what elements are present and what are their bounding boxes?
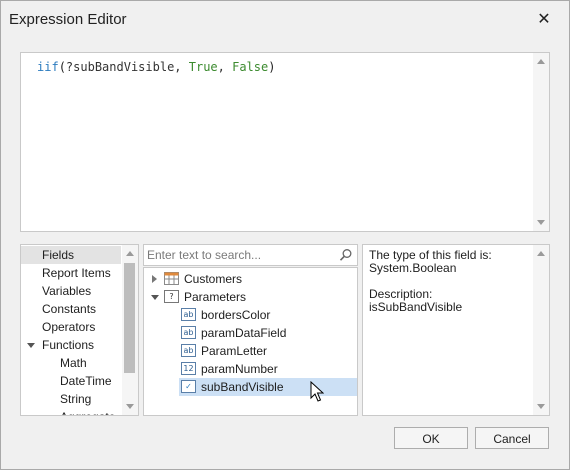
tree-node[interactable]: ab paramDataField	[179, 324, 357, 342]
category-item[interactable]: DateTime	[21, 372, 121, 390]
cancel-button[interactable]: Cancel	[475, 427, 549, 449]
category-label: Fields	[42, 248, 75, 262]
tree-node[interactable]: ✓ subBandVisible	[179, 378, 357, 396]
scroll-up-icon[interactable]	[126, 251, 134, 256]
search-input[interactable]	[147, 247, 337, 263]
category-label: Variables	[42, 284, 92, 298]
category-item[interactable]: Math	[21, 354, 121, 372]
tree-node-label: Customers	[184, 272, 243, 286]
scroll-up-icon[interactable]	[537, 59, 545, 64]
window-title: Expression Editor	[9, 11, 127, 28]
category-label: Functions	[42, 338, 95, 352]
category-label: Operators	[42, 320, 96, 334]
tree-node[interactable]: ab ParamLetter	[179, 342, 357, 360]
category-item[interactable]: Fields	[21, 246, 121, 264]
fields-tree: Customers? Parameters ab bordersColor ab para…	[143, 267, 358, 416]
category-label: DateTime	[60, 374, 112, 388]
expression-scrollbar[interactable]	[533, 53, 549, 231]
tree-node-label: Parameters	[184, 290, 247, 304]
title-bar: Expression Editor ✕	[1, 1, 569, 39]
tree-node[interactable]: ab bordersColor	[179, 306, 357, 324]
category-item[interactable]: Operators	[21, 318, 121, 336]
expression-token-paren: (	[58, 60, 66, 74]
category-item[interactable]: Report Items	[21, 264, 121, 282]
expand-arrow-icon[interactable]	[152, 275, 157, 283]
tree-node-label: paramNumber	[201, 362, 278, 376]
mouse-pointer-icon	[310, 381, 324, 402]
expression-input[interactable]: iif(?subBandVisible, True, False)	[20, 52, 550, 232]
categories-scrollbar[interactable]	[122, 245, 138, 415]
search-icon[interactable]	[339, 248, 353, 262]
description-text: The type of this field is: System.Boolea…	[369, 248, 492, 314]
category-label: String	[60, 392, 92, 406]
tree-node-label: subBandVisible	[201, 380, 284, 394]
tree-node[interactable]: ? Parameters	[144, 288, 357, 306]
collapse-arrow-icon[interactable]	[151, 295, 159, 300]
scroll-thumb[interactable]	[124, 263, 135, 373]
tree-node-label: ParamLetter	[201, 344, 268, 358]
tree-node-label: paramDataField	[201, 326, 287, 340]
tree-node[interactable]: Customers	[144, 270, 357, 288]
category-item[interactable]: Functions	[21, 336, 121, 354]
string-type-icon: ab	[181, 308, 196, 321]
string-type-icon: ab	[181, 326, 196, 339]
scroll-down-icon[interactable]	[537, 220, 545, 225]
description-scrollbar[interactable]	[533, 245, 549, 415]
expression-token-field: ?subBandVisible	[65, 60, 175, 74]
categories-list: Fields Report Items Variables Constants Oper…	[20, 244, 139, 416]
scroll-up-icon[interactable]	[537, 251, 545, 256]
search-box[interactable]	[143, 244, 358, 266]
expression-text[interactable]: iif(?subBandVisible, True, False)	[37, 60, 275, 74]
expression-token-punc: ,	[174, 60, 189, 74]
parameters-icon: ?	[164, 290, 179, 303]
expression-token-func: iif	[37, 60, 59, 74]
category-label: Math	[60, 356, 87, 370]
close-icon[interactable]: ✕	[534, 10, 554, 30]
category-item[interactable]: Aggregate	[21, 408, 121, 415]
category-label: Constants	[42, 302, 97, 316]
description-panel: The type of this field is: System.Boolea…	[362, 244, 550, 416]
expand-arrow-icon[interactable]	[27, 343, 35, 348]
scroll-down-icon[interactable]	[537, 404, 545, 409]
string-type-icon: ab	[181, 344, 196, 357]
number-type-icon: 12	[181, 362, 196, 375]
ok-button[interactable]: OK	[394, 427, 468, 449]
tree-node[interactable]: 12 paramNumber	[179, 360, 357, 378]
table-icon	[164, 272, 179, 285]
category-item[interactable]: Variables	[21, 282, 121, 300]
expression-token-punc: ,	[217, 60, 233, 74]
tree-node-label: bordersColor	[201, 308, 271, 322]
scroll-down-icon[interactable]	[126, 404, 134, 409]
expression-token-const: True	[188, 60, 218, 74]
expression-token-const: False	[232, 60, 269, 74]
expression-token-paren: )	[268, 60, 276, 74]
boolean-type-icon: ✓	[181, 380, 196, 393]
category-item[interactable]: Constants	[21, 300, 121, 318]
category-item[interactable]: String	[21, 390, 121, 408]
category-label: Aggregate	[60, 408, 115, 415]
category-label: Report Items	[42, 266, 111, 280]
